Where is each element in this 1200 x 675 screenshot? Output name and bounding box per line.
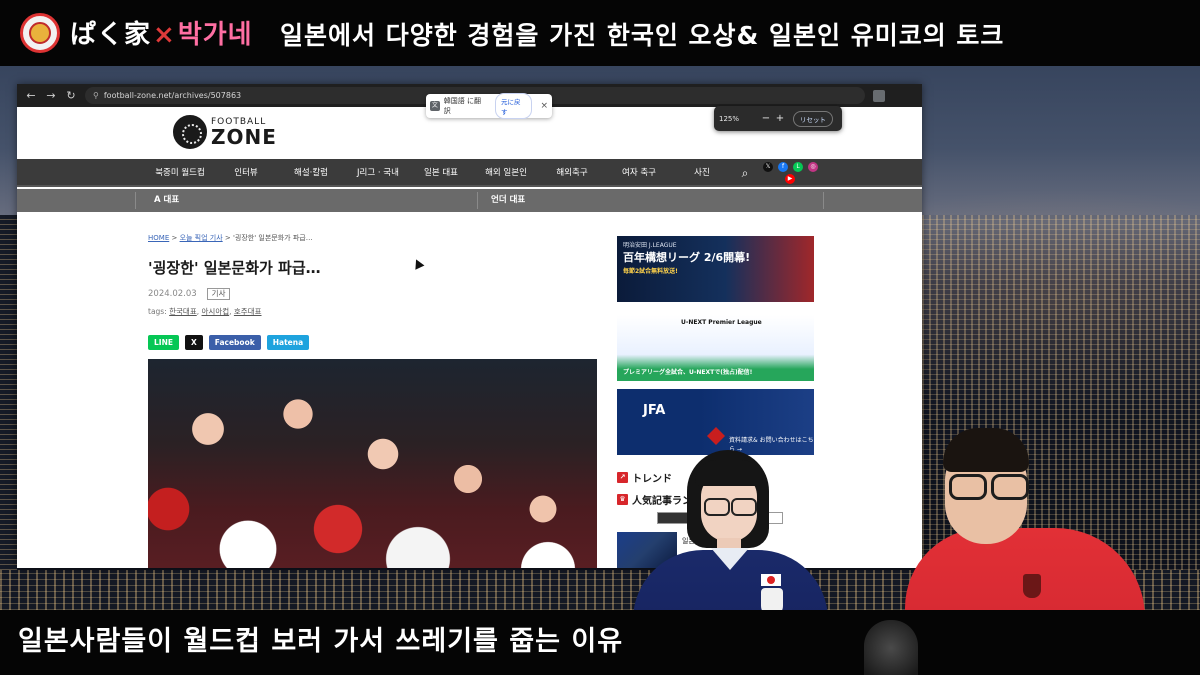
- translate-language[interactable]: 韓国語 に翻訳: [444, 96, 487, 116]
- nav-item-interview[interactable]: 인터뷰: [223, 159, 269, 187]
- microphone-icon: [864, 620, 918, 675]
- facebook-icon[interactable]: f: [778, 162, 788, 172]
- sub-navigation: A 대표 언더 대표: [17, 189, 922, 212]
- city-lights-left: [0, 215, 17, 575]
- share-line-button[interactable]: LINE: [148, 335, 179, 350]
- article-photo-fans: [148, 359, 597, 568]
- tag-link[interactable]: 호주대표: [234, 307, 262, 316]
- nav-item-photo[interactable]: 사진: [679, 159, 725, 187]
- channel-logo-icon: [20, 13, 60, 53]
- search-icon[interactable]: ⌕: [737, 165, 753, 181]
- breadcrumb-home[interactable]: HOME: [148, 234, 169, 242]
- reload-icon[interactable]: ↻: [63, 88, 79, 104]
- category-badge[interactable]: 기사: [206, 288, 231, 300]
- nav-item-overseas-japanese[interactable]: 해외 일본인: [473, 159, 539, 187]
- site-info-icon[interactable]: ⚲: [93, 91, 99, 100]
- share-x-button[interactable]: X: [184, 335, 203, 350]
- article-meta: 2024.02.03 기사: [148, 288, 231, 300]
- zoom-reset-button[interactable]: リセット: [793, 110, 833, 127]
- social-links: 𝕏 f L ◎ ▶: [763, 160, 825, 186]
- x-icon[interactable]: 𝕏: [763, 162, 773, 172]
- line-icon[interactable]: L: [793, 162, 803, 172]
- glasses-icon: [701, 498, 757, 516]
- zoom-popup: 125% − + リセット: [714, 106, 842, 131]
- video-subtitle: 일본사람들이 월드컵 보러 가서 쓰레기를 줍는 이유: [18, 626, 624, 657]
- close-icon[interactable]: ×: [540, 101, 548, 111]
- share-facebook-button[interactable]: Facebook: [208, 335, 261, 350]
- youtube-icon[interactable]: ▶: [785, 174, 795, 184]
- address-bar-url: football-zone.net/archives/507863: [103, 91, 242, 100]
- breadcrumb-current: '굉장한' 일본문화가 파급…: [233, 234, 313, 242]
- glasses-icon: [949, 474, 1029, 500]
- ad-unext-line2: プレミアリーグ全試合、U-NEXTで(独占)配信!: [623, 369, 753, 376]
- brand-korean: 박가네: [177, 20, 253, 50]
- article-date: 2024.02.03: [148, 289, 197, 299]
- football-icon: [173, 115, 207, 149]
- kfa-crest-icon: [1023, 574, 1041, 598]
- nav-item-japan-national[interactable]: 일본 대표: [413, 159, 469, 187]
- nav-item-jleague[interactable]: J리그 · 국내: [343, 159, 413, 187]
- football-zone-logo[interactable]: FOOTBALL ZONE: [173, 115, 277, 149]
- brand-separator: ×: [153, 20, 176, 50]
- forward-arrow-icon[interactable]: →: [43, 88, 59, 104]
- zoom-out-button[interactable]: −: [759, 113, 773, 124]
- sub-nav-a-national[interactable]: A 대표: [154, 189, 179, 212]
- translate-extension-icon[interactable]: [873, 89, 885, 102]
- sub-nav-divider: [135, 192, 136, 209]
- share-buttons: LINE X Facebook Hatena: [148, 335, 310, 350]
- breadcrumb-separator: >: [222, 234, 233, 242]
- ad-jfa-line1: JFA: [643, 403, 666, 418]
- jfa-diamond-icon: [707, 427, 725, 445]
- crown-icon: ♛: [617, 494, 628, 505]
- nav-item-world-cup[interactable]: 북중미 월드컵: [137, 159, 223, 187]
- ad-unext-banner[interactable]: U-NEXT Premier League プレミアリーグ全試合、U-NEXTで…: [617, 315, 814, 381]
- channel-tagline: 일본에서 다양한 경험을 가진 한국인 오상& 일본인 유미코의 토크: [280, 21, 1005, 50]
- logo-text-big: ZONE: [211, 124, 277, 149]
- channel-header: ぱく家×박가네 일본에서 다양한 경험을 가진 한국인 오상& 일본인 유미코의…: [0, 0, 1200, 66]
- nav-item-overseas-football[interactable]: 해외축구: [545, 159, 599, 187]
- nav-item-womens-football[interactable]: 여자 축구: [609, 159, 669, 187]
- sub-nav-divider: [823, 192, 824, 209]
- tag-link[interactable]: 한국대표: [169, 307, 197, 316]
- ad-jleague-line2: 百年構想リーグ 2/6開幕!: [623, 251, 751, 264]
- channel-brand: ぱく家×박가네: [70, 14, 253, 51]
- share-hatena-button[interactable]: Hatena: [266, 335, 310, 350]
- ad-jleague-line1: 明治安田 J.LEAGUE: [623, 242, 677, 249]
- japan-flag-icon: [761, 574, 781, 586]
- article-tags: tags: 한국대표, 아시아컵, 호주대표: [148, 307, 262, 316]
- zoom-level: 125%: [719, 114, 740, 123]
- nav-item-column[interactable]: 해설·칼럼: [279, 159, 343, 187]
- translate-popup: 文 韓国語 に翻訳 元に戻す ×: [426, 93, 552, 119]
- back-arrow-icon[interactable]: ←: [23, 88, 39, 104]
- article-title: '굉장한' 일본문화가 파급…: [148, 259, 321, 277]
- breadcrumb-section[interactable]: 오늘 픽업 기사: [180, 234, 223, 242]
- sub-nav-under-national[interactable]: 언더 대표: [491, 189, 525, 212]
- tag-link[interactable]: 아시아컵: [202, 307, 230, 316]
- ad-unext-line1: U-NEXT Premier League: [681, 319, 762, 326]
- ad-jleague-banner[interactable]: 明治安田 J.LEAGUE 百年構想リーグ 2/6開幕! 毎節2試合無料放送!: [617, 236, 814, 302]
- sub-nav-divider: [477, 192, 478, 209]
- trend-icon: ↗: [617, 472, 628, 483]
- breadcrumb: HOME > 오늘 픽업 기사 > '굉장한' 일본문화가 파급…: [148, 233, 313, 243]
- brand-japanese: ぱく家: [70, 20, 152, 50]
- instagram-icon[interactable]: ◎: [808, 162, 818, 172]
- ad-jleague-line3: 毎節2試合無料放送!: [623, 268, 678, 275]
- mouse-cursor-icon: [411, 257, 425, 270]
- tags-label: tags:: [148, 307, 170, 316]
- main-navigation: 북중미 월드컵 인터뷰 해설·칼럼 J리그 · 국내 일본 대표 해외 일본인 …: [17, 159, 922, 187]
- translate-icon: 文: [430, 101, 440, 111]
- zoom-in-button[interactable]: +: [773, 113, 787, 124]
- ad-jfa-banner[interactable]: JFA 資料請求& お問い合わせはこちら →: [617, 389, 814, 455]
- breadcrumb-separator: >: [169, 234, 180, 242]
- translate-revert-button[interactable]: 元に戻す: [495, 93, 533, 119]
